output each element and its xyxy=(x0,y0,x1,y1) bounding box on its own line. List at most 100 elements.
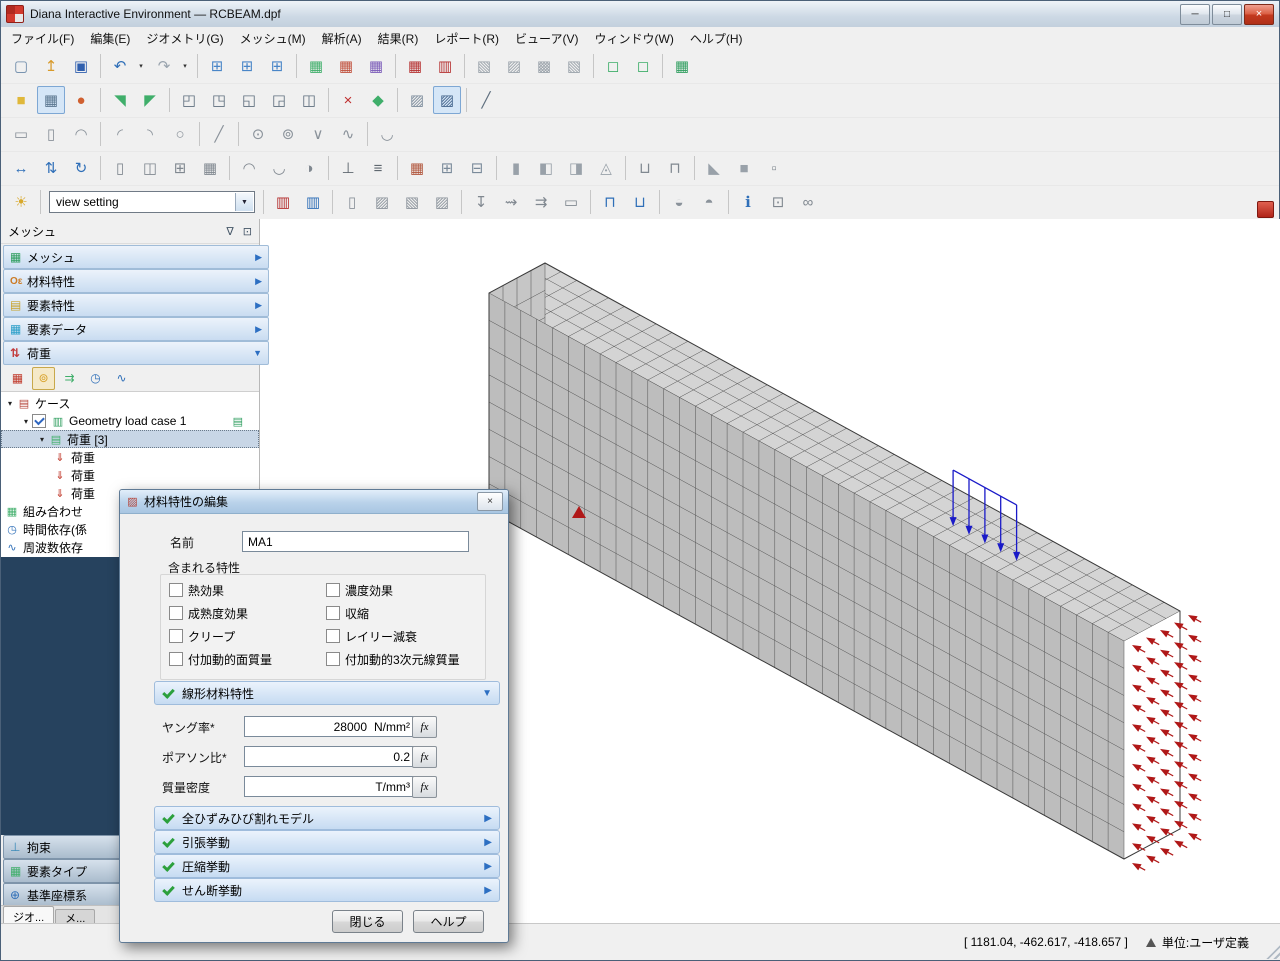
undo-menu-icon[interactable]: ▾ xyxy=(134,52,148,80)
filter-icon[interactable]: ∇ xyxy=(226,225,233,238)
align-icon[interactable]: ≡ xyxy=(364,154,392,182)
mesh-cube-icon[interactable]: ▦ xyxy=(332,52,360,80)
dome-primitive-icon[interactable]: ◠ xyxy=(67,120,95,148)
time-dependency-icon[interactable]: ◷ xyxy=(84,367,107,390)
section-plane-icon[interactable]: ▨ xyxy=(368,188,396,216)
detach-icon[interactable]: ⊟ xyxy=(463,154,491,182)
help-button[interactable]: ヘルプ xyxy=(413,910,484,933)
pin-icon[interactable]: ⊡ xyxy=(243,225,252,238)
add-edge-icon[interactable]: ⊞ xyxy=(233,52,261,80)
spline-tool-icon[interactable]: ∿ xyxy=(334,120,362,148)
checkbox-concentration-effects[interactable] xyxy=(326,583,340,597)
reinforcement-grid-icon[interactable]: ▦ xyxy=(401,52,429,80)
shaded-mode-icon[interactable]: ■ xyxy=(7,86,35,114)
move-icon[interactable]: ↔ xyxy=(7,154,35,182)
split-icon[interactable]: ◑ xyxy=(295,154,323,182)
export-case-icon[interactable]: ▤ xyxy=(233,415,243,428)
youngs-modulus-fx-button[interactable]: fx xyxy=(412,716,437,738)
save-icon[interactable]: ▣ xyxy=(67,52,95,80)
clip-top-icon[interactable]: ◲ xyxy=(265,86,293,114)
mesh-display-icon[interactable]: ▦ xyxy=(668,52,696,80)
arc-center-icon[interactable]: ⊚ xyxy=(274,120,302,148)
rotate-icon[interactable]: ↻ xyxy=(67,154,95,182)
sidebar-section-element-properties[interactable]: ▤要素特性▶ xyxy=(3,293,269,317)
wireframe-mode-icon[interactable]: ▦ xyxy=(37,86,65,114)
section-plane2-icon[interactable]: ▧ xyxy=(398,188,426,216)
tree-row-load-group[interactable]: ▾▤荷重 [3] xyxy=(1,430,259,448)
solid-shade4-icon[interactable]: ▧ xyxy=(560,52,588,80)
tree-row-load-2[interactable]: ⇓荷重 xyxy=(1,466,259,484)
menu-item-2[interactable]: 編集(E) xyxy=(82,28,138,49)
workplane-icon[interactable]: ▨ xyxy=(403,86,431,114)
menu-item-9[interactable]: ウィンドウ(W) xyxy=(587,28,682,49)
chevron-right-icon[interactable]: ▶ xyxy=(484,861,492,872)
open-import-icon[interactable]: ↥ xyxy=(37,52,65,80)
clip-bottom-icon[interactable]: ◱ xyxy=(235,86,263,114)
new-model-icon[interactable]: ▢ xyxy=(7,52,35,80)
snapshot-icon[interactable]: ⊡ xyxy=(764,188,792,216)
normal-flip-icon[interactable]: ◥ xyxy=(106,86,134,114)
copy-icon[interactable]: ▯ xyxy=(106,154,134,182)
title-bar[interactable]: Diana Interactive Environment — RCBEAM.d… xyxy=(1,1,1279,28)
array-grid-icon[interactable]: ▦ xyxy=(196,154,224,182)
probe-box-icon[interactable]: ▭ xyxy=(557,188,585,216)
chevron-right-icon[interactable]: ▶ xyxy=(255,276,262,287)
circle-tool-icon[interactable]: ○ xyxy=(166,120,194,148)
menu-item-7[interactable]: レポート(R) xyxy=(426,28,507,49)
solid-shade3-icon[interactable]: ▩ xyxy=(530,52,558,80)
corner-arc2-icon[interactable]: ◝ xyxy=(136,120,164,148)
menu-item-1[interactable]: ファイル(F) xyxy=(3,28,82,49)
select-polygon-icon[interactable]: ◻ xyxy=(629,52,657,80)
sidebar-section-loads[interactable]: ⇅荷重▼ xyxy=(3,341,269,365)
checkbox-creep[interactable] xyxy=(169,629,183,643)
render-mode-icon[interactable]: ● xyxy=(67,86,95,114)
section-plane3-icon[interactable]: ▨ xyxy=(428,188,456,216)
chevron-right-icon[interactable]: ▶ xyxy=(255,300,262,311)
filter-sliders2-icon[interactable]: ▥ xyxy=(299,188,327,216)
dialog-title-bar[interactable]: ▨ 材料特性の編集 × xyxy=(120,490,508,514)
fillet-icon[interactable]: ◠ xyxy=(235,154,263,182)
line-tool-icon[interactable]: ╱ xyxy=(205,120,233,148)
checkbox-extra-surface-mass[interactable] xyxy=(169,652,183,666)
minimize-button[interactable]: ─ xyxy=(1180,4,1210,25)
wedge-icon[interactable]: ◣ xyxy=(700,154,728,182)
mesh-stack-icon[interactable]: ▦ xyxy=(362,52,390,80)
dialog-close-button[interactable]: × xyxy=(477,492,503,511)
loft-icon[interactable]: ◬ xyxy=(592,154,620,182)
section-tensile-behavior[interactable]: 引張挙動▶ xyxy=(154,830,500,854)
chevron-right-icon[interactable]: ▶ xyxy=(484,813,492,824)
frequency-dependency-icon[interactable]: ∿ xyxy=(110,367,133,390)
project-icon[interactable]: ⊥ xyxy=(334,154,362,182)
load-cases-icon[interactable]: ▦ xyxy=(6,367,29,390)
tree-checkbox[interactable] xyxy=(32,414,46,428)
close-button[interactable]: 閉じる xyxy=(332,910,403,933)
reinforcement-grid2-icon[interactable]: ▥ xyxy=(431,52,459,80)
chevron-right-icon[interactable]: ▶ xyxy=(255,324,262,335)
tree-expander-icon[interactable]: ▾ xyxy=(20,417,32,426)
name-input[interactable]: MA1 xyxy=(242,531,469,552)
youngs-modulus-input[interactable]: 28000N/mm² xyxy=(244,716,416,737)
chevron-down-icon[interactable]: ▼ xyxy=(253,348,262,358)
add-vertex-icon[interactable]: ⊞ xyxy=(203,52,231,80)
chevron-right-icon[interactable]: ▶ xyxy=(484,837,492,848)
axes-cross-icon[interactable]: × xyxy=(334,86,362,114)
select-region-icon[interactable]: ◻ xyxy=(599,52,627,80)
arc-tool-icon[interactable]: ◡ xyxy=(373,120,401,148)
menu-item-10[interactable]: ヘルプ(H) xyxy=(682,28,751,49)
array-icon[interactable]: ⊞ xyxy=(166,154,194,182)
view-setting-combobox[interactable]: view setting▼ xyxy=(49,191,255,213)
poissons-ratio-fx-button[interactable]: fx xyxy=(412,746,437,768)
menu-item-3[interactable]: ジオメトリ(G) xyxy=(138,28,231,49)
circle-center-icon[interactable]: ⊙ xyxy=(244,120,272,148)
menu-item-6[interactable]: 結果(R) xyxy=(370,28,427,49)
info-icon[interactable]: ℹ xyxy=(734,188,762,216)
checkbox-maturity-effects[interactable] xyxy=(169,606,183,620)
poissons-ratio-input[interactable]: 0.2 xyxy=(244,746,416,767)
section-linear-material[interactable]: 線形材料特性 ▼ xyxy=(154,681,500,705)
tree-row-load-1[interactable]: ⇓荷重 xyxy=(1,448,259,466)
corner-arc-icon[interactable]: ◜ xyxy=(106,120,134,148)
revolve-icon[interactable]: ◧ xyxy=(532,154,560,182)
mass-density-fx-button[interactable]: fx xyxy=(412,776,437,798)
chevron-down-icon[interactable]: ▼ xyxy=(482,688,492,699)
measure-icon[interactable]: ╱ xyxy=(472,86,500,114)
